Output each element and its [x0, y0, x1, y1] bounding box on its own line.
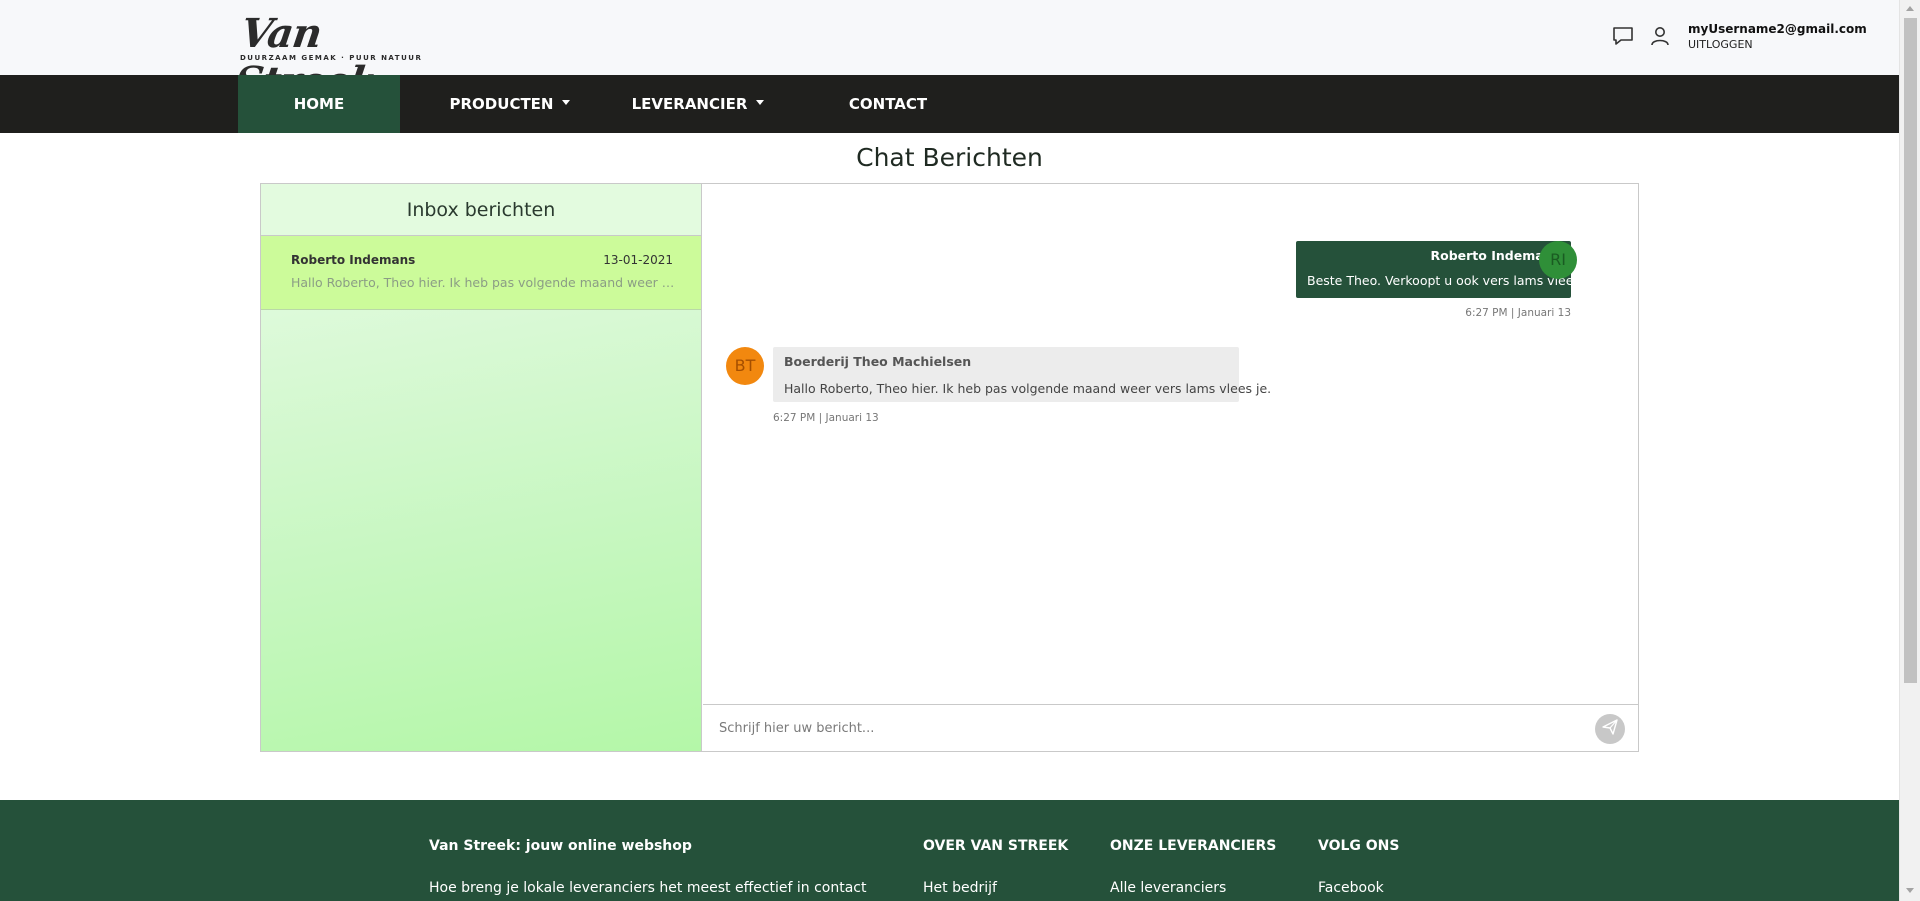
paper-plane-icon — [1602, 719, 1618, 739]
site-footer: Van Streek: jouw online webshop Hoe bren… — [0, 800, 1899, 901]
footer-link-intro: Hoe breng je lokale leveranciers het mee… — [429, 880, 867, 896]
message-timestamp: 6:27 PM | Januari 13 — [773, 412, 879, 424]
avatar: RI — [1539, 241, 1577, 279]
scroll-down-arrow-icon[interactable] — [1906, 888, 1914, 893]
logo-tagline: DUURZAAM GEMAK · PUUR NATUUR — [240, 54, 423, 62]
footer-link-bedrijf[interactable]: Het bedrijf — [923, 880, 997, 896]
logout-link[interactable]: UITLOGGEN — [1688, 37, 1867, 53]
message-composer — [703, 704, 1638, 751]
van-streek-logo[interactable]: Van Streek DUURZAAM GEMAK · PUUR NATUUR — [231, 10, 420, 105]
message-text: Hallo Roberto, Theo hier. Ik heb pas vol… — [784, 381, 1272, 396]
chat-bubble-icon[interactable] — [1612, 26, 1634, 46]
footer-heading-leveranciers: ONZE LEVERANCIERS — [1110, 838, 1277, 854]
scroll-up-arrow-icon[interactable] — [1906, 6, 1914, 11]
footer-heading-over: OVER VAN STREEK — [923, 838, 1069, 854]
page-scrollbar[interactable] — [1899, 0, 1920, 901]
page-title: Chat Berichten — [856, 143, 1043, 172]
main-nav: HOME PRODUCTEN LEVERANCIER CONTACT — [0, 75, 1899, 133]
nav-leverancier-label: LEVERANCIER — [631, 95, 748, 113]
nav-leverancier[interactable]: LEVERANCIER — [628, 75, 768, 133]
message-timestamp: 6:27 PM | Januari 13 — [1465, 307, 1571, 319]
message-text: Beste Theo. Verkoopt u ook vers lams vle… — [1307, 273, 1587, 288]
footer-heading-webshop: Van Streek: jouw online webshop — [429, 838, 692, 854]
scroll-thumb[interactable] — [1904, 18, 1917, 683]
footer-link-facebook[interactable]: Facebook — [1318, 880, 1384, 896]
send-button[interactable] — [1595, 714, 1625, 744]
header-icons — [1612, 26, 1670, 46]
footer-heading-volg: VOLG ONS — [1318, 838, 1400, 854]
user-icon[interactable] — [1650, 26, 1670, 46]
nav-contact-label: CONTACT — [848, 95, 928, 113]
message-outgoing: Roberto Indemans Beste Theo. Verkoopt u … — [1296, 241, 1587, 298]
inbox-item-date: 13-01-2021 — [603, 253, 673, 267]
conversation-view: Roberto Indemans Beste Theo. Verkoopt u … — [703, 184, 1638, 704]
inbox-item[interactable]: Roberto Indemans 13-01-2021 Hallo Robert… — [261, 236, 701, 310]
top-header: Van Streek DUURZAAM GEMAK · PUUR NATUUR … — [0, 0, 1899, 105]
caret-down-icon — [756, 100, 765, 105]
nav-producten-label: PRODUCTEN — [449, 95, 554, 113]
nav-home-label: HOME — [293, 95, 345, 113]
message-input[interactable] — [703, 705, 1573, 751]
avatar: BT — [726, 347, 764, 385]
inbox-sidebar: Inbox berichten Roberto Indemans 13-01-2… — [261, 184, 702, 751]
inbox-item-preview: Hallo Roberto, Theo hier. Ik heb pas vol… — [291, 275, 675, 290]
inbox-heading: Inbox berichten — [261, 184, 701, 236]
caret-down-icon — [562, 100, 571, 105]
message-incoming: Boerderij Theo Machielsen Hallo Roberto,… — [773, 347, 1272, 402]
nav-contact[interactable]: CONTACT — [838, 75, 938, 133]
user-email: myUsername2@gmail.com — [1688, 22, 1867, 36]
footer-link-leveranciers[interactable]: Alle leveranciers — [1110, 880, 1226, 896]
nav-producten[interactable]: PRODUCTEN — [440, 75, 580, 133]
message-sender: Roberto Indemans — [1430, 248, 1561, 263]
message-sender: Boerderij Theo Machielsen — [784, 354, 972, 369]
chat-panel: Inbox berichten Roberto Indemans 13-01-2… — [260, 183, 1639, 752]
user-account: myUsername2@gmail.com UITLOGGEN — [1688, 21, 1867, 53]
nav-home[interactable]: HOME — [238, 75, 400, 133]
